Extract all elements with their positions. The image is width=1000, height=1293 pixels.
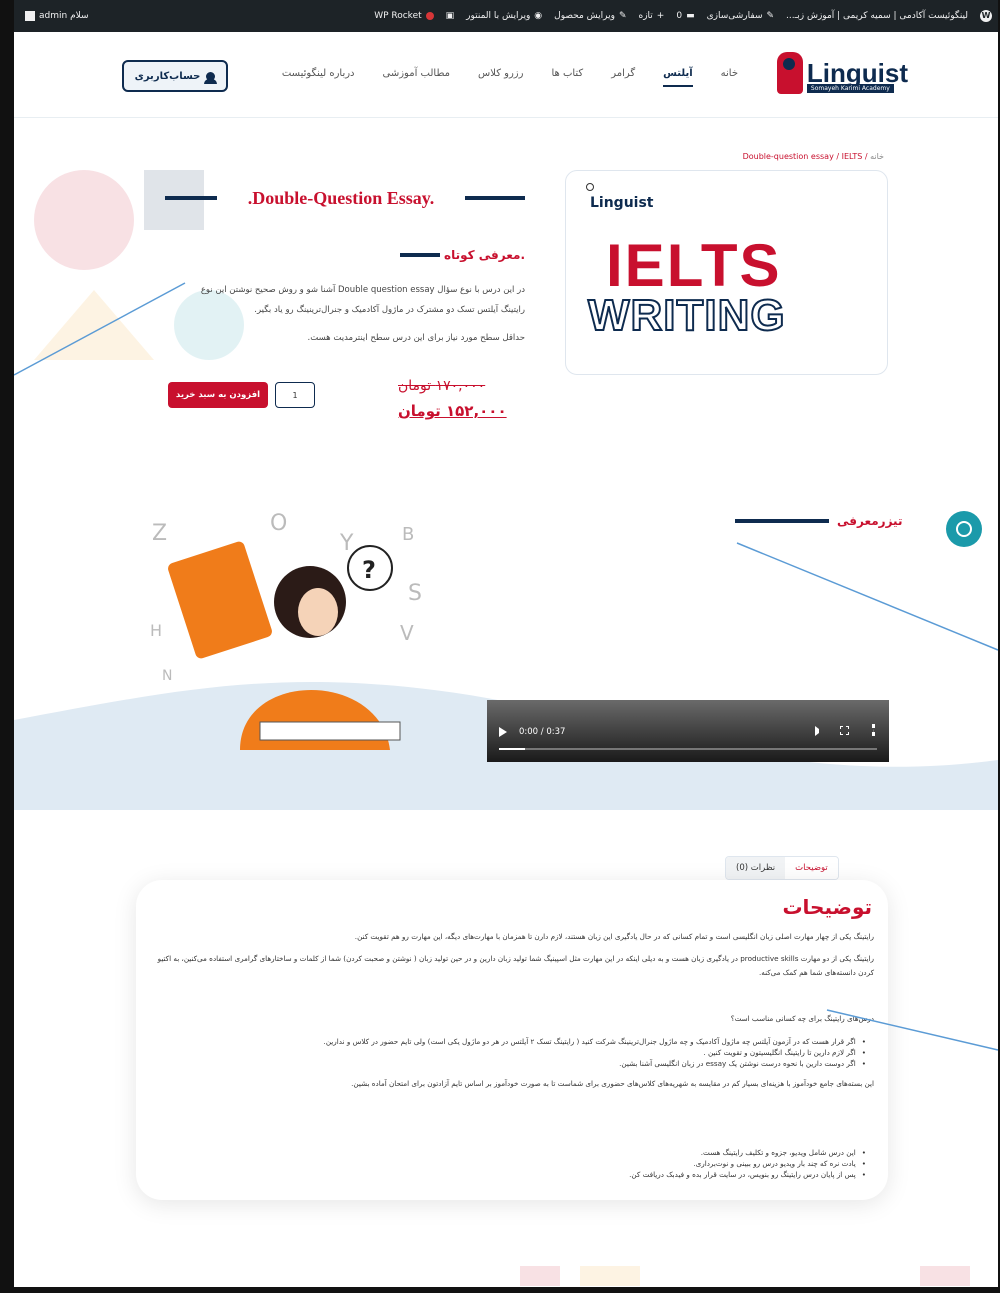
product-image[interactable]: Linguist IELTS WRITING [565,170,888,375]
site-name-link[interactable]: لینگوئیست آکادمی | سمیه کریمی | آموزش زب… [786,11,968,21]
play-icon[interactable] [499,727,507,737]
logo-subtitle: Somayeh Karimi Academy [806,84,894,93]
comment-icon: ▬ [686,11,695,21]
level-note: حداقل سطح مورد نیاز برای این درس سطح این… [307,333,525,343]
user-icon [204,71,218,84]
quantity-input[interactable]: 1 [275,382,315,408]
site-logo[interactable]: Linguist Somayeh Karimi Academy [776,52,908,94]
product-title: .Double-Question Essay. [247,187,435,208]
audience-question: درس‌های رایتینگ برای چه کسانی مناسب است؟ [730,1014,874,1023]
list-item: پس از پایان درس رایتینگ رو بنویس، در سای… [146,1169,866,1180]
tab-description[interactable]: توضیحات [785,857,838,879]
svg-text:S: S [408,581,422,606]
add-to-cart-button[interactable]: افزودن به سبد خرید [168,382,268,408]
site-header: Linguist Somayeh Karimi Academy خانه آیل… [14,32,998,118]
elementor-icon: ◉ [534,11,543,21]
list-item: یادت نره که چند بار ویدیو درس رو ببینی و… [146,1158,866,1169]
image-logo: Linguist [590,195,654,211]
wp-rocket-link[interactable]: WP Rocket [374,11,434,21]
edit-elementor-link[interactable]: ◉ ویرایش با المنتور [466,11,542,21]
list-item: اگر قرار هست که در آزمون آیلتس چه ماژول … [146,1036,866,1047]
list-item: اگر دوست دارین با نحوه درست نوشتن یک ess… [146,1058,866,1069]
audience-list: اگر قرار هست که در آزمون آیلتس چه ماژول … [146,1036,866,1069]
pencil-icon: ✎ [618,11,627,21]
short-intro-heading: .معرفی کوتاه [400,248,525,262]
teaser-video-player[interactable]: 0:00 / 0:37 [487,700,889,762]
my-account-link[interactable]: سلام admin [25,11,89,21]
brush-icon: ✎ [766,11,775,21]
tab-reviews[interactable]: نظرات (0) [726,857,786,879]
nav-item-home[interactable]: خانه [721,68,738,87]
svg-text:N: N [162,668,172,684]
volume-icon[interactable] [815,726,825,736]
breadcrumb: خانه / Double-question essay / IELTS [742,152,884,161]
nav-item-articles[interactable]: مطالب آموزشی [383,68,451,87]
description-paragraph: رایتینگ یکی از دو مهارت productive skill… [157,954,874,977]
chat-icon [956,521,972,537]
more-options-icon[interactable] [872,724,875,736]
svg-text:Y: Y [339,531,354,556]
comments-link[interactable]: ▬ 0 [676,11,694,21]
package-note: این بسته‌های جامع خودآموز با هزینه‌ای بس… [351,1079,874,1088]
nav-item-ielts[interactable]: آیلتس [663,68,693,87]
title-dash-right [464,196,525,200]
main-nav: خانه آیلتس گرامر کتاب ها رزرو کلاس مطالب… [282,68,738,87]
image-subheadline: WRITING [587,290,786,341]
account-button[interactable]: حساب‌کاربری [122,60,228,92]
footer-decoration [520,1266,970,1286]
video-progress-track[interactable] [499,748,877,750]
product-tabs: توضیحات نظرات (0) [725,856,839,880]
video-time: 0:00 / 0:37 [519,727,566,737]
fullscreen-icon[interactable] [840,726,849,735]
nav-item-books[interactable]: کتاب ها [551,68,583,87]
title-dash-left [165,196,217,200]
sale-price: ۱۵۲,۰۰۰ تومان [398,402,507,420]
zoom-icon[interactable] [586,183,594,191]
search-icon[interactable]: ⌕ [8,11,13,21]
customize-link[interactable]: ✎ سفارشی‌سازی [707,11,774,21]
short-description: در این درس با نوع سؤال Double question e… [200,285,525,315]
description-heading: توضیحات [782,895,872,919]
breadcrumb-home[interactable]: خانه [870,152,884,161]
svg-text:?: ? [362,556,376,584]
short-intro-dash [400,253,440,257]
teaser-heading: تیزرمعرفی [735,514,902,528]
list-item: این درس شامل ویدیو، جزوه و تکلیف رایتینگ… [146,1147,866,1158]
edit-product-link[interactable]: ✎ ویرایش محصول [554,11,626,21]
new-content-link[interactable]: + تازه [638,11,664,21]
description-paragraph: رایتینگ یکی از چهار مهارت اصلی زبان انگل… [354,932,874,941]
nav-item-about[interactable]: درباره لینگوئیست [282,68,355,87]
svg-text:H: H [150,621,162,640]
parrot-logo-icon [776,52,803,94]
teaser-dash [735,519,829,523]
breadcrumb-category[interactable]: Double-question essay [743,152,834,161]
course-notes-list: این درس شامل ویدیو، جزوه و تکلیف رایتینگ… [146,1147,866,1180]
svg-text:B: B [402,524,414,545]
avatar [25,11,36,21]
breadcrumb-current: IELTS [841,152,863,161]
student-reading-illustration: Z O Y B S V H N ? [150,511,422,750]
video-progress-fill [499,748,526,750]
nav-item-grammar[interactable]: گرامر [611,68,635,87]
list-item: اگر لازم دارین تا رایتینگ انگلیسیتون و ت… [146,1047,866,1058]
image-headline: IELTS [606,232,782,299]
plus-icon: + [656,11,665,21]
chat-button[interactable] [946,511,982,547]
yoast-icon[interactable]: ▣ [446,11,455,21]
svg-text:O: O [270,511,287,536]
product-title-row: .Double-Question Essay. [165,186,525,210]
svg-text:V: V [400,621,414,645]
old-price: ۱۷۰,۰۰۰ تومان [398,378,486,394]
status-dot-icon [425,12,434,20]
wp-logo-icon[interactable]: W [980,10,992,22]
nav-item-book-class[interactable]: رزرو کلاس [478,68,523,87]
admin-bar: W لینگوئیست آکادمی | سمیه کریمی | آموزش … [0,0,1000,32]
svg-text:Z: Z [152,521,167,546]
